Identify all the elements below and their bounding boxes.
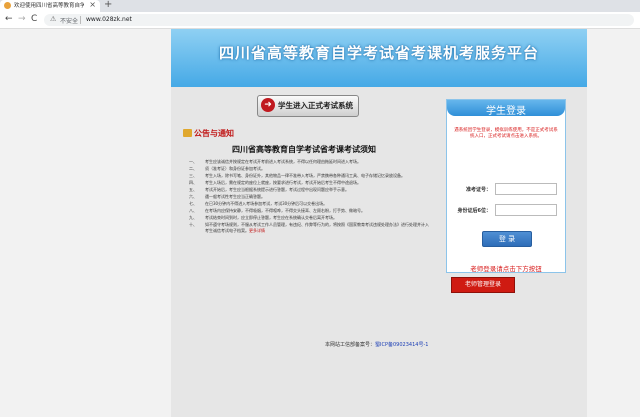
rule-item: 一、 考生应该诚信并按规定在考试开考前进入考试系统，不得以任何理由拖延时间进入考场… (189, 159, 431, 165)
exam-id-label: 准考证号： (465, 187, 491, 193)
rule-text: 考生入场，除书写笔、身份证外，其他物品一律不准带入考场，严禁携带各种通讯工具、电… (205, 173, 405, 178)
rule-text: 考试开始后，考生应当根据系统提示进行答题，考试过程中出现问题应举手示意。 (205, 187, 349, 192)
login-panel: 学生登录 遇系统因学生登录，模拟训练使用，不是正式考试系统入口，正式考试请点击进… (446, 99, 566, 273)
teacher-login-note: 老师登录请点击下方按钮 (470, 265, 542, 273)
warning-icon: ⚠ (50, 15, 57, 23)
rule-number: 四、 (189, 180, 197, 185)
footer-prefix: 本网站工信部备案号： (325, 342, 376, 348)
login-notice: 遇系统因学生登录，模拟训练使用，不是正式考试系统入口，正式考试请点击进入系统。 (454, 128, 558, 139)
rule-number: 七、 (189, 201, 197, 206)
divider (80, 16, 81, 24)
exam-id-input[interactable] (495, 183, 557, 195)
rule-number: 十、 (189, 222, 197, 227)
rule-number: 三、 (189, 173, 197, 178)
login-header: 学生登录 (447, 100, 565, 117)
main-container: 四川省高等教育自学考试省考课机考服务平台 ➜ 学生进入正式考试系统 公告与通知 … (171, 29, 587, 417)
rule-number: 二、 (189, 166, 197, 171)
tab-title: 欢迎使用四川省高等教育自学考 (14, 3, 84, 9)
rule-text: 须（准考证）和身份证参加考试。 (205, 166, 265, 171)
icp-link[interactable]: 蜀ICP备09023414号-1 (375, 342, 428, 348)
rule-item: 八、 在考场内应保持安静，不得吸烟，不得喧哗，不得交头接耳、左顾右盼，打手势、做暗… (189, 208, 431, 214)
footer: 本网站工信部备案号：蜀ICP备09023414号-1 (325, 341, 428, 348)
login-title: 学生登录 (486, 106, 526, 117)
rule-item: 七、 在已30分钟内不得进入考场参加考试，考试30分钟后可以交卷出场。 (189, 201, 431, 207)
rule-item: 四、 考生入场后，需在规定的座位上就座，按要求进行考试，考试开始后考生不得中途退场… (189, 180, 431, 186)
browser-tabbar: 欢迎使用四川省高等教育自学考 × + (0, 0, 640, 12)
reload-icon[interactable]: C (31, 14, 37, 24)
rule-text: 如不遵守考场规则，不服从考试工作人员管理，有违纪、作弊等行为的，将按照《国家教育… (205, 222, 431, 234)
header-banner: 四川省高等教育自学考试省考课机考服务平台 (171, 29, 587, 87)
rule-item: 十、 如不遵守考场规则，不服从考试工作人员管理，有违纪、作弊等行为的，将按照《国家… (189, 222, 431, 234)
rule-number: 九、 (189, 215, 197, 220)
security-label: 不安全 (60, 18, 79, 25)
rule-number: 六、 (189, 194, 197, 199)
rule-text: 在已30分钟内不得进入考场参加考试，考试30分钟后可以交卷出场。 (205, 201, 328, 206)
back-icon[interactable]: ← (5, 14, 13, 24)
rule-item: 三、 考生入场，除书写笔、身份证外，其他物品一律不准带入考场，严禁携带各种通讯工具… (189, 173, 431, 179)
notice-heading-text: 公告与通知 (194, 129, 234, 138)
favicon-icon (4, 2, 11, 9)
browser-tab[interactable]: 欢迎使用四川省高等教育自学考 × (0, 0, 100, 12)
login-button[interactable]: 登 录 (482, 231, 532, 247)
rule-number: 一、 (189, 159, 197, 164)
rule-text-body: 如不遵守考场规则，不服从考试工作人员管理，有违纪、作弊等行为的，将按照《国家教育… (205, 222, 429, 233)
arrow-right-icon: ➜ (261, 98, 275, 112)
url-text: www.028zk.net (86, 16, 132, 23)
teacher-login-button[interactable]: 老师管理登录 (451, 277, 515, 293)
forward-icon[interactable]: → (18, 14, 26, 24)
rule-item: 六、 遇一般考试性考生应当正确答题。 (189, 194, 431, 200)
notice-title: 四川省高等教育自学考试省考课考试须知 (232, 145, 376, 154)
enter-exam-label: 学生进入正式考试系统 (278, 101, 353, 110)
rule-text: 遇一般考试性考生应当正确答题。 (205, 194, 265, 199)
url-input[interactable]: ⚠ 不安全 www.028zk.net (44, 14, 634, 26)
rule-text: 考生应该诚信并按规定在考试开考前进入考试系统，不得以任何理由拖延时间进入考场。 (205, 159, 361, 164)
address-bar: ← → C ⚠ 不安全 www.028zk.net (0, 12, 640, 29)
more-details-link[interactable]: 更多详情 (249, 228, 265, 233)
rule-item: 二、 须（准考证）和身份证参加考试。 (189, 166, 431, 172)
id-card-label: 身份证后6位： (457, 208, 491, 214)
rule-text: 在考场内应保持安静，不得吸烟，不得喧哗，不得交头接耳、左顾右盼，打手势、做暗号。 (205, 208, 365, 213)
rules-list: 一、 考生应该诚信并按规定在考试开考前进入考试系统，不得以任何理由拖延时间进入考场… (189, 159, 431, 235)
rule-number: 八、 (189, 208, 197, 213)
rule-item: 五、 考试开始后，考生应当根据系统提示进行答题，考试过程中出现问题应举手示意。 (189, 187, 431, 193)
enter-exam-button[interactable]: ➜ 学生进入正式考试系统 (257, 95, 359, 117)
rule-text: 考生入场后，需在规定的座位上就座，按要求进行考试，考试开始后考生不得中途退场。 (205, 180, 361, 185)
new-tab-button[interactable]: + (104, 0, 112, 10)
rule-text: 考试结束时间到时，应立即停止答题，考生应在系统确认交卷后离开考场。 (205, 215, 337, 220)
rule-number: 五、 (189, 187, 197, 192)
notice-heading: 公告与通知 (183, 128, 234, 139)
notice-icon (183, 129, 192, 137)
tab-close-icon[interactable]: × (89, 0, 96, 9)
site-title: 四川省高等教育自学考试省考课机考服务平台 (218, 44, 539, 62)
id-card-input[interactable] (495, 204, 557, 216)
page: 四川省高等教育自学考试省考课机考服务平台 ➜ 学生进入正式考试系统 公告与通知 … (0, 29, 640, 417)
rule-item: 九、 考试结束时间到时，应立即停止答题，考生应在系统确认交卷后离开考场。 (189, 215, 431, 221)
